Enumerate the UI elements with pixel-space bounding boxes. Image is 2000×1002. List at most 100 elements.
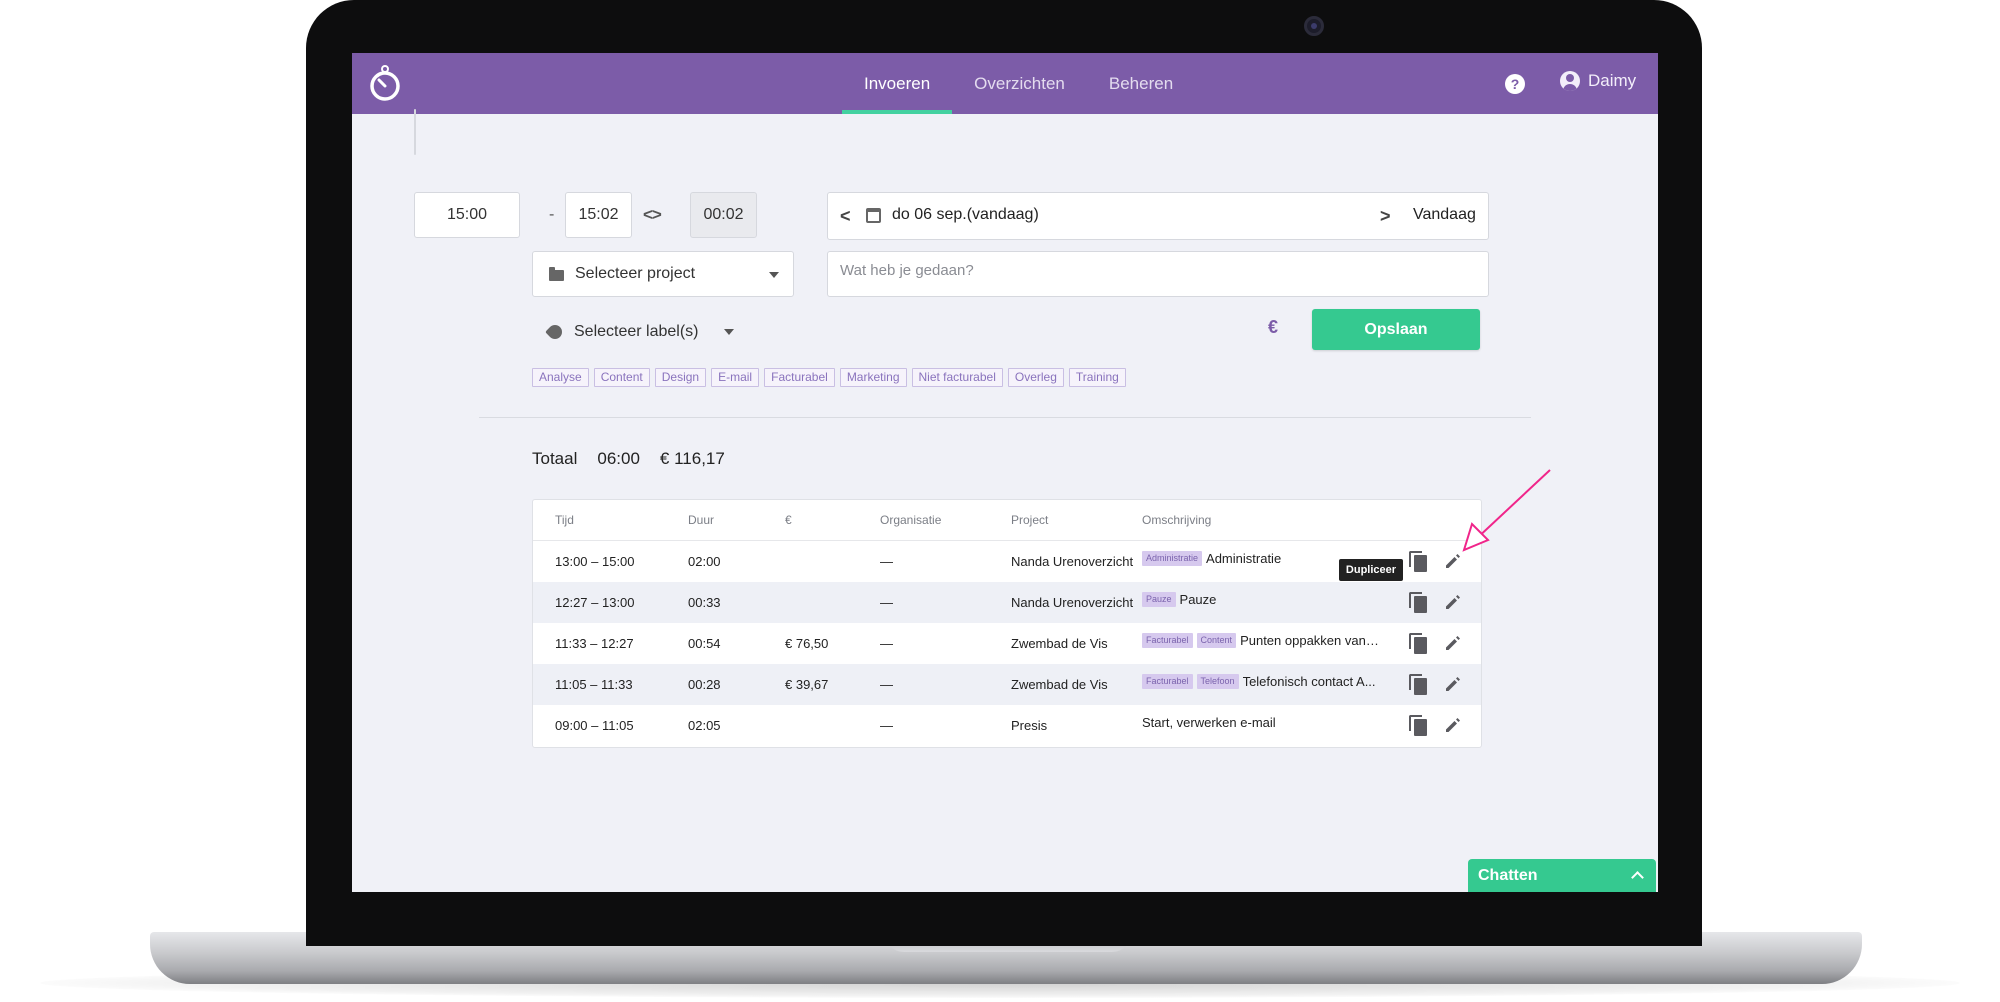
column-header-time: Tijd <box>555 513 574 527</box>
table-row[interactable]: 13:00 – 15:00 02:00 — Nanda Urenoverzich… <box>533 541 1481 582</box>
duplicate-icon[interactable] <box>1409 633 1429 655</box>
column-header-amount: € <box>785 513 792 527</box>
entry-time: 11:33 – 12:27 <box>555 636 634 651</box>
entry-duration: 00:28 <box>688 677 721 692</box>
entry-time: 12:27 – 13:00 <box>555 595 635 610</box>
entry-description: Pauze Pauze <box>1142 592 1216 607</box>
entry-tag: Content <box>1196 633 1237 648</box>
nav-tab-beheren[interactable]: Beheren <box>1087 53 1195 114</box>
table-row[interactable]: 11:05 – 11:33 00:28 € 39,67 — Zwembad de… <box>533 664 1481 705</box>
entry-tag: Pauze <box>1142 592 1176 607</box>
duplicate-icon[interactable] <box>1409 674 1429 696</box>
end-time-input[interactable]: 15:02 <box>565 192 632 238</box>
totals-summary: Totaal 06:00 € 116,17 <box>532 449 745 469</box>
column-header-duration: Duur <box>688 513 715 527</box>
entry-organisation: — <box>880 636 893 651</box>
entry-description: Facturabel Content Punten oppakken van .… <box>1142 633 1380 648</box>
edit-pencil-icon[interactable] <box>1443 633 1463 653</box>
main-nav: Invoeren Overzichten Beheren <box>842 53 1195 114</box>
nav-tab-overzichten[interactable]: Overzichten <box>952 53 1087 114</box>
duplicate-icon[interactable] <box>1409 592 1429 614</box>
edit-pencil-icon[interactable] <box>1443 674 1463 694</box>
tag-chip[interactable]: Analyse <box>532 368 589 387</box>
project-select-placeholder: Selecteer project <box>575 265 696 282</box>
entry-duration: 00:33 <box>688 595 721 610</box>
entry-description-text: Telefonisch contact A... <box>1242 674 1376 689</box>
table-row[interactable]: 11:33 – 12:27 00:54 € 76,50 — Zwembad de… <box>533 623 1481 664</box>
tag-chip[interactable]: Niet facturabel <box>911 368 1003 387</box>
totals-amount: € 116,17 <box>659 449 725 468</box>
tag-chip[interactable]: Overleg <box>1007 368 1064 387</box>
tag-chip[interactable]: Training <box>1068 368 1126 387</box>
webcam <box>1304 16 1324 36</box>
edit-pencil-icon[interactable] <box>1443 551 1463 571</box>
entry-tag: Telefoon <box>1196 674 1239 689</box>
swap-times-icon[interactable]: <> <box>643 205 662 225</box>
save-button[interactable]: Opslaan <box>1312 309 1480 350</box>
calendar-icon <box>866 208 881 223</box>
entry-description: Facturabel Telefoon Telefonisch contact … <box>1142 674 1376 689</box>
tag-chip[interactable]: Facturabel <box>764 368 835 387</box>
entry-duration: 02:05 <box>688 718 721 733</box>
edit-pencil-icon[interactable] <box>1443 592 1463 612</box>
entry-description-text: Pauze <box>1179 592 1217 607</box>
duplicate-icon[interactable] <box>1409 715 1429 737</box>
entry-description-text: Administratie <box>1206 551 1282 566</box>
today-button[interactable]: Vandaag <box>1413 206 1476 224</box>
entry-time: 11:05 – 11:33 <box>555 677 633 692</box>
entry-duration: 02:00 <box>688 554 721 569</box>
entry-project: Nanda Urenoverzicht <box>1011 554 1134 569</box>
current-date[interactable]: do 06 sep.(vandaag) <box>892 206 1039 224</box>
previous-day-icon[interactable]: < <box>840 206 851 227</box>
quick-tag-list: Analyse Content Design E-mail Facturabel… <box>532 368 1131 387</box>
column-header-project: Project <box>1011 513 1049 527</box>
entry-time: 09:00 – 11:05 <box>555 718 634 733</box>
app-screen: Invoeren Overzichten Beheren ? Daimy 15:… <box>352 53 1658 892</box>
label-select[interactable]: Selecteer label(s) <box>532 317 742 347</box>
duplicate-icon[interactable] <box>1409 551 1429 573</box>
user-name: Daimy <box>1588 71 1637 90</box>
entry-project: Presis <box>1011 718 1048 733</box>
entry-project: Zwembad de Vis <box>1011 636 1108 651</box>
chevron-down-icon <box>769 272 779 278</box>
folder-icon <box>549 267 564 281</box>
entry-organisation: — <box>880 718 893 733</box>
entry-organisation: — <box>880 595 893 610</box>
table-header: Tijd Duur € Organisatie Project Omschrij… <box>533 500 1481 541</box>
chevron-down-icon <box>724 329 734 335</box>
stopwatch-logo-icon[interactable] <box>366 63 404 103</box>
table-row[interactable]: 09:00 – 11:05 02:05 — Presis Start, verw… <box>533 705 1481 746</box>
help-icon[interactable]: ? <box>1505 74 1525 94</box>
billable-toggle[interactable]: € <box>1268 317 1278 338</box>
chat-label: Chatten <box>1478 867 1538 884</box>
chat-widget[interactable]: Chatten <box>1468 859 1656 892</box>
section-divider <box>479 417 1531 418</box>
totals-label: Totaal <box>532 449 578 468</box>
project-select[interactable]: Selecteer project <box>532 251 794 297</box>
user-menu[interactable]: Daimy <box>1560 71 1636 91</box>
duration-input[interactable]: 00:02 <box>690 192 757 238</box>
entry-tag: Administratie <box>1142 551 1203 566</box>
entry-description: Administratie Administratie <box>1142 551 1281 566</box>
tag-chip[interactable]: Design <box>654 368 707 387</box>
start-time-input[interactable]: 15:00 <box>414 192 520 238</box>
time-separator: - <box>549 206 555 223</box>
tag-icon <box>545 322 565 342</box>
date-picker: < do 06 sep.(vandaag) > Vandaag <box>827 192 1489 240</box>
entry-description: Start, verwerken e-mail <box>1142 715 1276 730</box>
entry-project: Zwembad de Vis <box>1011 677 1108 692</box>
tag-chip[interactable]: Content <box>593 368 650 387</box>
entry-amount: € 76,50 <box>785 636 829 651</box>
entry-amount: € 39,67 <box>785 677 829 692</box>
tag-chip[interactable]: Marketing <box>839 368 907 387</box>
edit-pencil-icon[interactable] <box>1443 715 1463 735</box>
description-input[interactable] <box>828 252 1488 296</box>
tag-chip[interactable]: E-mail <box>711 368 760 387</box>
chevron-up-icon <box>1631 871 1644 884</box>
table-row[interactable]: 12:27 – 13:00 00:33 — Nanda Urenoverzich… <box>533 582 1481 623</box>
description-field[interactable] <box>827 251 1489 297</box>
next-day-icon[interactable]: > <box>1380 206 1391 227</box>
entry-duration: 00:54 <box>688 636 721 651</box>
time-entries-table: Tijd Duur € Organisatie Project Omschrij… <box>532 499 1482 748</box>
nav-tab-invoeren[interactable]: Invoeren <box>842 53 953 114</box>
